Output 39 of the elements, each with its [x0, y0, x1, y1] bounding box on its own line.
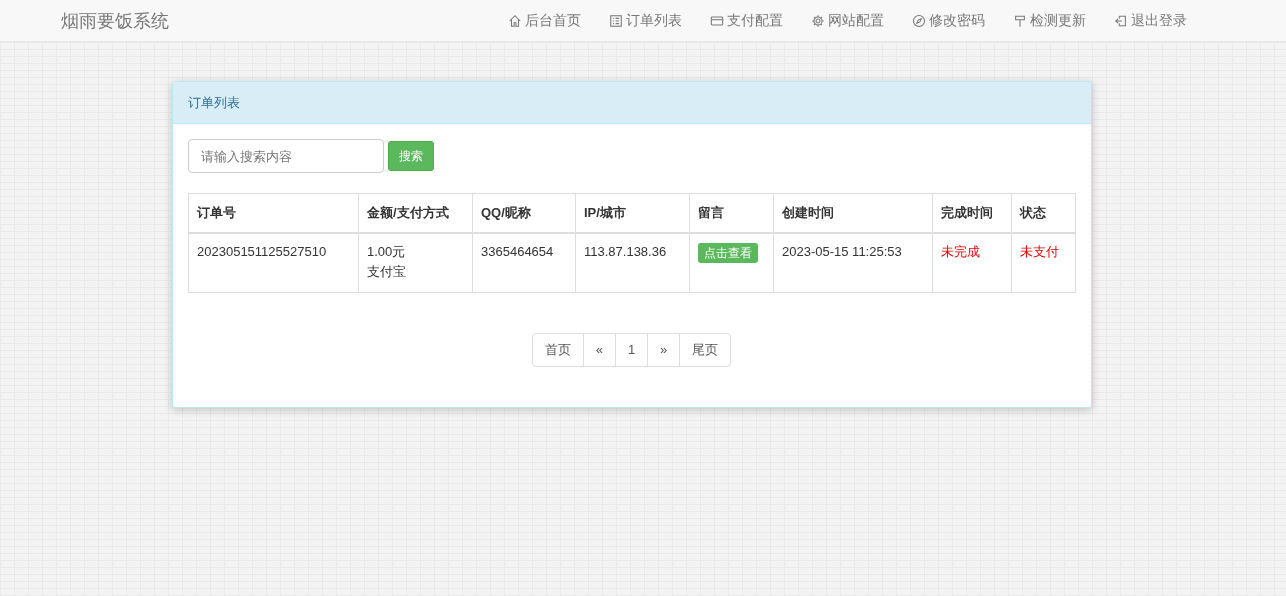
logout-icon — [1114, 13, 1128, 28]
search-field[interactable]: 请输入搜索内容 — [188, 139, 384, 173]
nav-link[interactable]: 退出登录 — [1100, 11, 1201, 30]
gear-icon — [811, 13, 825, 28]
column-header: 状态 — [1011, 193, 1076, 233]
nav-link[interactable]: 网站配置 — [797, 11, 898, 30]
table-cell: 3365464654 — [472, 233, 576, 293]
page-link[interactable]: 首页 — [531, 333, 584, 367]
nav-link[interactable]: 后台首页 — [494, 11, 595, 30]
page-link[interactable]: « — [582, 333, 616, 367]
column-header: 订单号 — [188, 193, 359, 233]
nav-link[interactable]: 检测更新 — [999, 11, 1100, 30]
table-cell: 202305151125527510 — [188, 233, 359, 293]
compass-icon — [912, 13, 926, 28]
table-cell: 未支付 — [1011, 233, 1076, 293]
column-header: 留言 — [689, 193, 774, 233]
nav-link[interactable]: 修改密码 — [898, 11, 999, 30]
page-link[interactable]: 1 — [614, 333, 649, 367]
column-header: 完成时间 — [932, 193, 1012, 233]
list-icon — [609, 13, 623, 28]
home-icon — [508, 13, 522, 28]
page-link[interactable]: » — [647, 333, 681, 367]
table-cell: 2023-05-15 11:25:53 — [773, 233, 933, 293]
brand-title[interactable]: 烟雨要饭系统 — [61, 8, 169, 33]
credit-card-icon — [710, 13, 724, 28]
search-button[interactable]: 搜索 — [388, 141, 434, 171]
page-link[interactable]: 尾页 — [679, 333, 732, 367]
column-header: 创建时间 — [773, 193, 933, 233]
column-header: IP/城市 — [575, 193, 690, 233]
table-cell: 113.87.138.36 — [575, 233, 690, 293]
column-header: QQ/昵称 — [472, 193, 576, 233]
table-cell: 未完成 — [932, 233, 1012, 293]
pin-icon — [1013, 13, 1027, 28]
column-header: 金额/支付方式 — [358, 193, 473, 233]
table-cell: 1.00元 支付宝 — [358, 233, 473, 293]
view-button[interactable]: 点击查看 — [698, 243, 758, 263]
nav-link[interactable]: 支付配置 — [696, 11, 797, 30]
panel-title: 订单列表 — [188, 93, 240, 112]
nav-link[interactable]: 订单列表 — [595, 11, 696, 30]
